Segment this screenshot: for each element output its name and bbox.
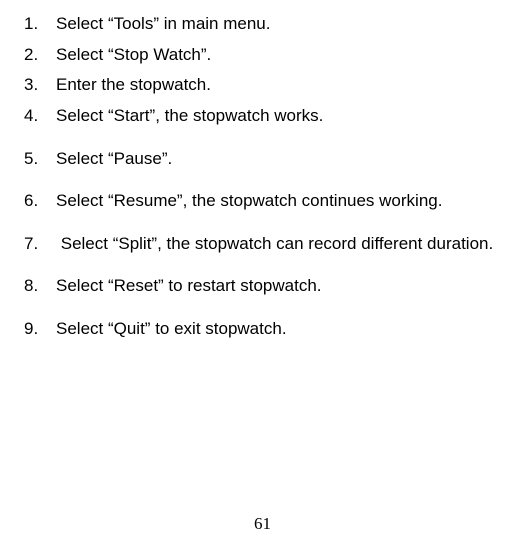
list-item-row: 6. Select “Resume”, the stopwatch contin… (24, 189, 501, 214)
item-number: 7. (24, 232, 56, 257)
list-item-row: 5. Select “Pause”. (24, 147, 501, 172)
list-item-row: 7. Select “Split”, the stopwatch can rec… (24, 232, 501, 257)
list-item-row: 1. Select “Tools” in main menu. (24, 12, 501, 37)
page-number: 61 (0, 514, 525, 534)
instruction-list: 1. Select “Tools” in main menu. 2. Selec… (24, 12, 501, 342)
item-text: Select “Pause”. (56, 147, 501, 172)
list-item: 6. Select “Resume”, the stopwatch contin… (24, 189, 501, 214)
item-number: 4. (24, 104, 56, 129)
list-item: 7. Select “Split”, the stopwatch can rec… (24, 232, 501, 257)
item-text: Select “Start”, the stopwatch works. (56, 104, 501, 129)
item-text: Select “Tools” in main menu. (56, 12, 501, 37)
list-item: 1. Select “Tools” in main menu. (24, 12, 501, 37)
item-text: Select “Split”, the stopwatch can record… (56, 232, 501, 257)
item-number: 6. (24, 189, 56, 214)
list-item: 2. Select “Stop Watch”. (24, 43, 501, 68)
list-item-row: 9. Select “Quit” to exit stopwatch. (24, 317, 501, 342)
list-item: 8. Select “Reset” to restart stopwatch. (24, 274, 501, 299)
item-number: 2. (24, 43, 56, 68)
list-item-row: 8. Select “Reset” to restart stopwatch. (24, 274, 501, 299)
list-item: 9. Select “Quit” to exit stopwatch. (24, 317, 501, 342)
list-item: 5. Select “Pause”. (24, 147, 501, 172)
list-item-row: 4. Select “Start”, the stopwatch works. (24, 104, 501, 129)
item-number: 8. (24, 274, 56, 299)
item-number: 9. (24, 317, 56, 342)
list-item-row: 3. Enter the stopwatch. (24, 73, 501, 98)
item-number: 1. (24, 12, 56, 37)
item-number: 5. (24, 147, 56, 172)
list-item: 4. Select “Start”, the stopwatch works. (24, 104, 501, 129)
item-number: 3. (24, 73, 56, 98)
page: 1. Select “Tools” in main menu. 2. Selec… (0, 0, 525, 548)
item-text: Select “Stop Watch”. (56, 43, 501, 68)
list-item-row: 2. Select “Stop Watch”. (24, 43, 501, 68)
list-item: 3. Enter the stopwatch. (24, 73, 501, 98)
item-text: Select “Quit” to exit stopwatch. (56, 317, 501, 342)
item-text: Select “Reset” to restart stopwatch. (56, 274, 501, 299)
item-text: Enter the stopwatch. (56, 73, 501, 98)
item-text: Select “Resume”, the stopwatch continues… (56, 189, 501, 214)
